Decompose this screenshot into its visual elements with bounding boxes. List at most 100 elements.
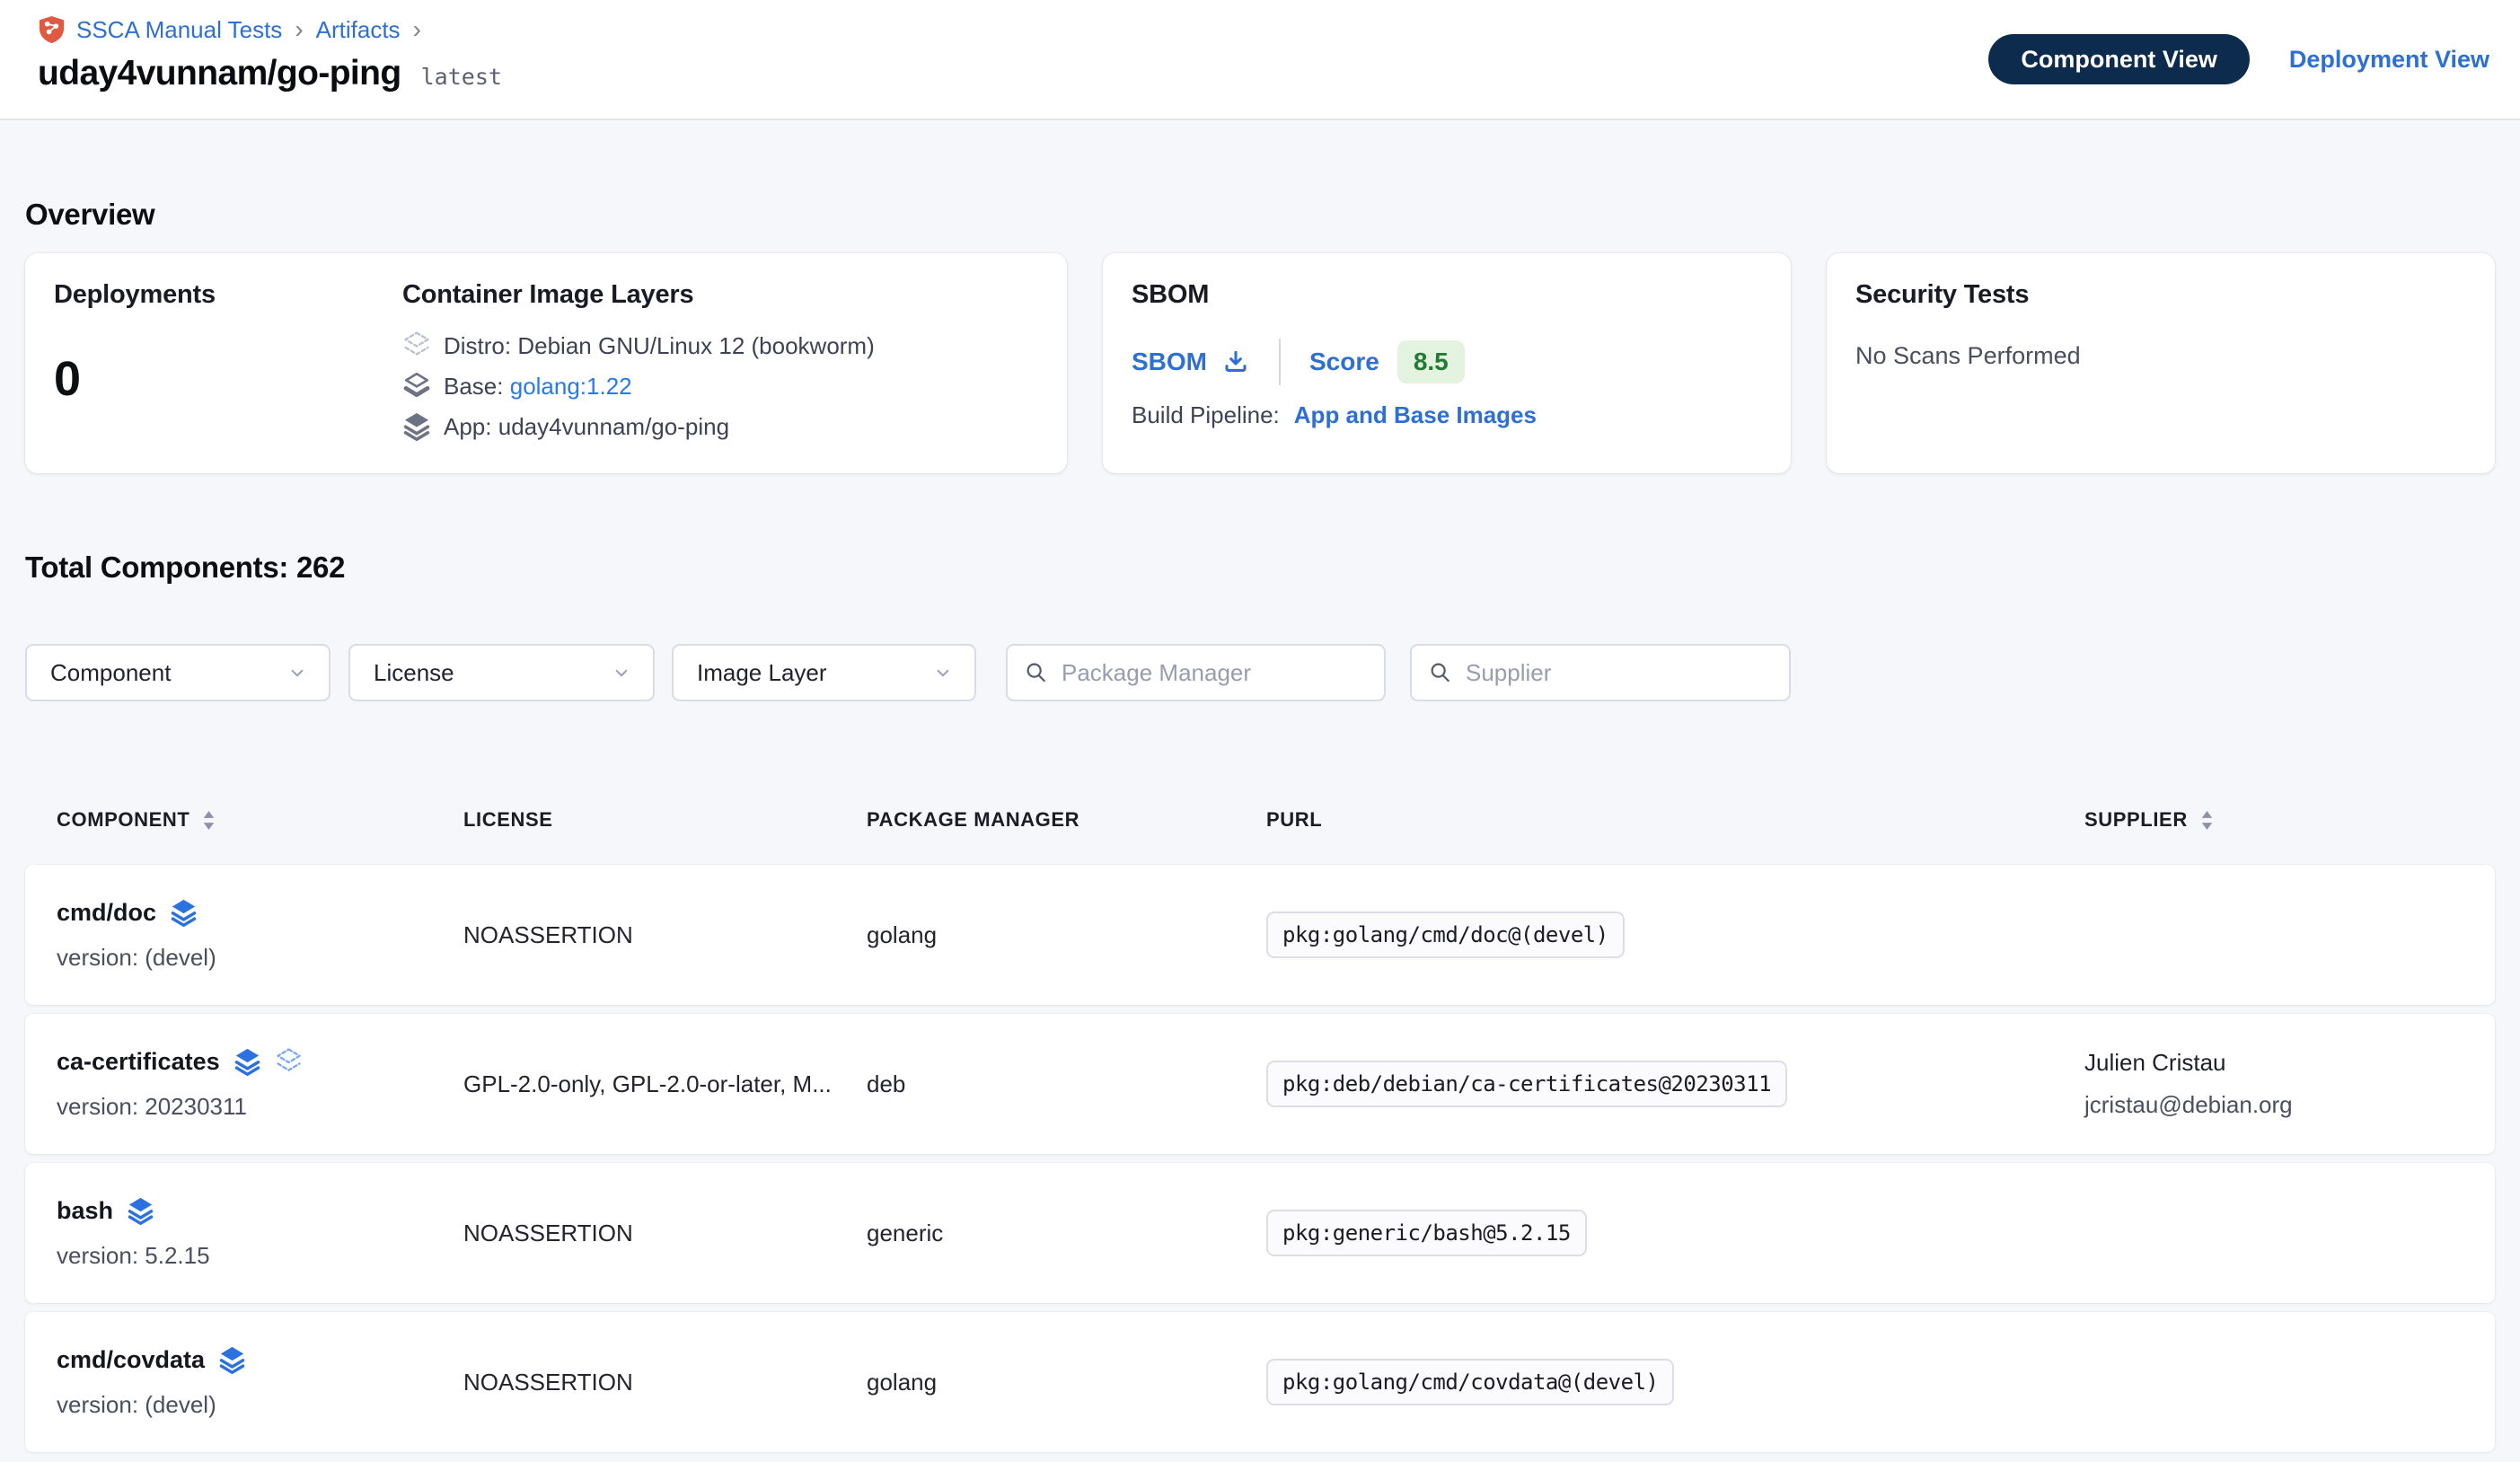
table-row[interactable]: ca-certificates version: 20230311 GPL-2.… — [25, 1014, 2495, 1154]
component-cell: cmd/covdata version: (devel) — [57, 1345, 463, 1419]
breadcrumb-separator: › — [411, 17, 423, 42]
table-header: COMPONENT LICENSE PACKAGE MANAGER PURL S… — [25, 802, 2495, 838]
security-tests-status: No Scans Performed — [1855, 342, 2466, 370]
build-pipeline-link[interactable]: App and Base Images — [1294, 401, 1537, 429]
distro-layer-icon — [275, 1047, 303, 1077]
license-cell: NOASSERTION — [463, 1369, 867, 1396]
package-manager-cell: golang — [867, 1369, 1266, 1396]
supplier-cell — [2084, 1226, 2495, 1240]
package-manager-search-input[interactable] — [1062, 659, 1368, 687]
package-manager-cell: generic — [867, 1220, 1266, 1247]
component-version: version: 20230311 — [57, 1093, 463, 1121]
component-cell: ca-certificates version: 20230311 — [57, 1047, 463, 1121]
supplier-cell — [2084, 928, 2495, 942]
component-version: version: (devel) — [57, 1391, 463, 1419]
column-header-supplier[interactable]: SUPPLIER — [2084, 808, 2495, 832]
build-pipeline-label: Build Pipeline: — [1132, 401, 1280, 429]
base-layer-text: Base: golang:1.22 — [444, 373, 632, 401]
purl-chip: pkg:generic/bash@5.2.15 — [1266, 1210, 1587, 1256]
breadcrumb-link-project[interactable]: SSCA Manual Tests — [76, 16, 282, 44]
distro-layer-icon — [402, 330, 431, 361]
supplier-cell — [2084, 1375, 2495, 1389]
main-content: Overview Deployments 0 Container Image L… — [0, 198, 2520, 1452]
components-table: cmd/doc version: (devel) NOASSERTION gol… — [25, 865, 2495, 1452]
sort-icon — [2200, 810, 2214, 831]
component-name: cmd/doc — [57, 899, 156, 927]
sbom-card-label: SBOM — [1132, 280, 1762, 310]
chevron-down-icon — [286, 661, 309, 684]
supplier-search — [1410, 644, 1791, 701]
filter-bar: Component License Image Layer — [25, 644, 2495, 701]
license-cell: NOASSERTION — [463, 921, 867, 949]
deployments-label: Deployments — [54, 280, 402, 310]
artifact-tag: latest — [421, 64, 502, 90]
chevron-down-icon — [610, 661, 633, 684]
component-view-button[interactable]: Component View — [1988, 34, 2250, 84]
deployments-count: 0 — [54, 351, 402, 407]
deployment-view-link[interactable]: Deployment View — [2289, 46, 2489, 74]
sort-icon — [202, 810, 216, 831]
app-layer-icon — [170, 898, 198, 928]
purl-cell: pkg:deb/debian/ca-certificates@20230311 — [1266, 1061, 2084, 1107]
search-icon — [1024, 660, 1049, 685]
app-layer-icon — [218, 1345, 246, 1375]
table-row[interactable]: cmd/doc version: (devel) NOASSERTION gol… — [25, 865, 2495, 1005]
column-header-component[interactable]: COMPONENT — [57, 808, 463, 832]
purl-chip: pkg:golang/cmd/covdata@(devel) — [1266, 1359, 1674, 1405]
purl-cell: pkg:golang/cmd/doc@(devel) — [1266, 912, 2084, 958]
divider — [1279, 339, 1281, 385]
app-layer-text: App: uday4vunnam/go-ping — [444, 413, 729, 441]
package-manager-cell: deb — [867, 1070, 1266, 1098]
component-name: cmd/covdata — [57, 1346, 205, 1374]
package-manager-search — [1006, 644, 1386, 701]
deployments-layers-card: Deployments 0 Container Image Layers — [25, 253, 1067, 473]
base-image-link[interactable]: golang:1.22 — [510, 373, 632, 400]
license-filter-dropdown[interactable]: License — [348, 644, 655, 701]
purl-cell: pkg:generic/bash@5.2.15 — [1266, 1210, 2084, 1256]
column-header-purl: PURL — [1266, 808, 2084, 832]
base-layer-icon — [402, 371, 431, 401]
search-icon — [1428, 660, 1453, 685]
supplier-search-input[interactable] — [1466, 659, 1773, 687]
image-layer-filter-dropdown[interactable]: Image Layer — [672, 644, 976, 701]
license-cell: NOASSERTION — [463, 1220, 867, 1247]
overview-heading: Overview — [25, 198, 2495, 232]
overview-cards: Deployments 0 Container Image Layers — [25, 253, 2495, 473]
download-icon — [1221, 348, 1250, 376]
component-filter-dropdown[interactable]: Component — [25, 644, 330, 701]
breadcrumb-link-artifacts[interactable]: Artifacts — [316, 16, 401, 44]
view-toggle: Component View Deployment View — [1988, 34, 2489, 84]
sbom-score-label: Score — [1309, 348, 1379, 376]
column-header-license: LICENSE — [463, 808, 867, 832]
purl-chip: pkg:deb/debian/ca-certificates@20230311 — [1266, 1061, 1787, 1107]
page-header: SSCA Manual Tests › Artifacts › uday4vun… — [0, 0, 2520, 120]
table-row[interactable]: bash version: 5.2.15 NOASSERTION generic… — [25, 1163, 2495, 1303]
purl-cell: pkg:golang/cmd/covdata@(devel) — [1266, 1359, 2084, 1405]
layer-row-base: Base: golang:1.22 — [402, 372, 875, 401]
license-cell: GPL-2.0-only, GPL-2.0-or-later, M... — [463, 1070, 867, 1098]
image-layers-section: Container Image Layers Distro: Debian GN… — [402, 280, 875, 446]
component-version: version: (devel) — [57, 944, 463, 972]
package-manager-cell: golang — [867, 921, 1266, 949]
image-layers-label: Container Image Layers — [402, 280, 875, 310]
security-tests-card: Security Tests No Scans Performed — [1827, 253, 2495, 473]
purl-chip: pkg:golang/cmd/doc@(devel) — [1266, 912, 1625, 958]
supplier-email: jcristau@debian.org — [2084, 1091, 2495, 1119]
supplier-cell: Julien Cristau jcristau@debian.org — [2084, 1049, 2495, 1119]
app-layer-icon — [402, 411, 431, 442]
component-cell: cmd/doc version: (devel) — [57, 898, 463, 972]
component-name: ca-certificates — [57, 1048, 220, 1076]
breadcrumb-separator: › — [293, 17, 304, 42]
security-tests-label: Security Tests — [1855, 280, 2466, 310]
ssca-shield-icon — [38, 14, 66, 45]
supplier-name: Julien Cristau — [2084, 1049, 2495, 1077]
component-cell: bash version: 5.2.15 — [57, 1196, 463, 1270]
column-header-package-manager: PACKAGE MANAGER — [867, 808, 1266, 832]
table-row[interactable]: cmd/covdata version: (devel) NOASSERTION… — [25, 1312, 2495, 1452]
sbom-score-badge: 8.5 — [1397, 340, 1465, 383]
sbom-card: SBOM SBOM Score 8.5 Build — [1103, 253, 1791, 473]
app-layer-icon — [127, 1196, 154, 1226]
sbom-download-link[interactable]: SBOM — [1132, 348, 1250, 376]
component-version: version: 5.2.15 — [57, 1242, 463, 1270]
distro-layer-text: Distro: Debian GNU/Linux 12 (bookworm) — [444, 332, 875, 360]
